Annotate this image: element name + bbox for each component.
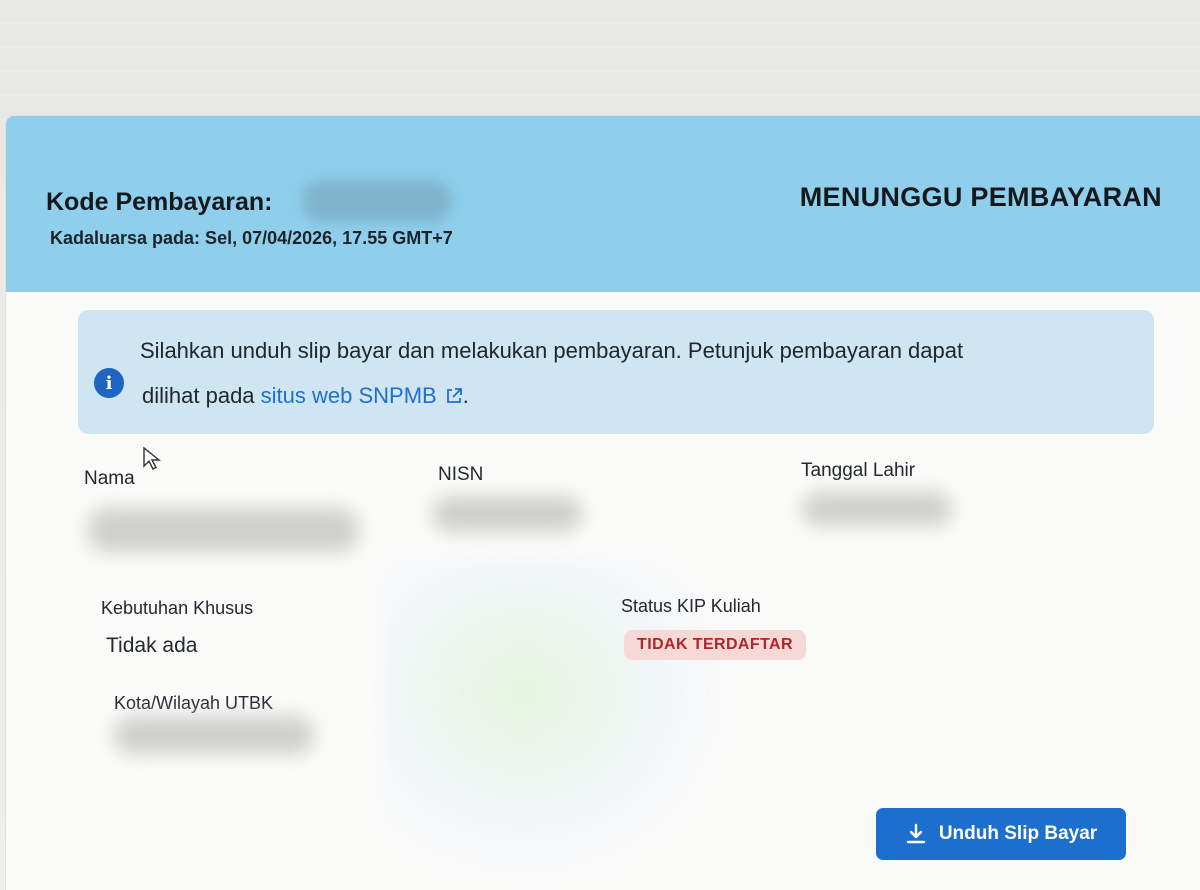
download-icon (906, 823, 926, 844)
kebutuhan-khusus-label: Kebutuhan Khusus (101, 598, 254, 618)
notice-text-line2: dilihat pada situs web SNPMB. (142, 383, 469, 409)
mouse-cursor-icon (143, 446, 161, 470)
status-kip-label: Status KIP Kuliah (621, 596, 761, 616)
download-slip-button[interactable]: Unduh Slip Bayar (876, 808, 1126, 860)
expiry-text: Kadaluarsa pada: Sel, 07/04/2026, 17.55 … (50, 228, 453, 248)
tanggal-lahir-value-redacted (802, 492, 952, 526)
screen-bezel-area (0, 0, 1200, 120)
nisn-value-redacted (432, 496, 582, 532)
notice-text-prefix: dilihat pada (142, 383, 261, 408)
nisn-label: NISN (438, 464, 484, 485)
status-kip-badge: TIDAK TERDAFTAR (624, 630, 806, 660)
payment-code-value-redacted (302, 180, 452, 222)
kota-utbk-value-redacted (114, 716, 314, 754)
info-icon: i (94, 368, 124, 398)
tanggal-lahir-label: Tanggal Lahir (801, 460, 916, 481)
download-slip-label: Unduh Slip Bayar (938, 823, 1098, 844)
external-link-icon (446, 388, 462, 403)
snpmb-link-label: situs web SNPMB (260, 383, 437, 408)
notice-text-suffix: . (462, 383, 469, 408)
nama-label: Nama (84, 468, 135, 489)
payment-code-label: Kode Pembayaran: (46, 188, 273, 216)
snpmb-website-link[interactable]: situs web SNPMB (261, 383, 463, 408)
payment-status-title: MENUNGGU PEMBAYARAN (799, 182, 1162, 212)
nama-value-redacted (88, 508, 358, 552)
info-notice (78, 310, 1154, 434)
kebutuhan-khusus-value: Tidak ada (106, 634, 198, 657)
notice-text-line1: Silahkan unduh slip bayar dan melakukan … (140, 338, 964, 363)
kota-utbk-label: Kota/Wilayah UTBK (114, 693, 274, 713)
